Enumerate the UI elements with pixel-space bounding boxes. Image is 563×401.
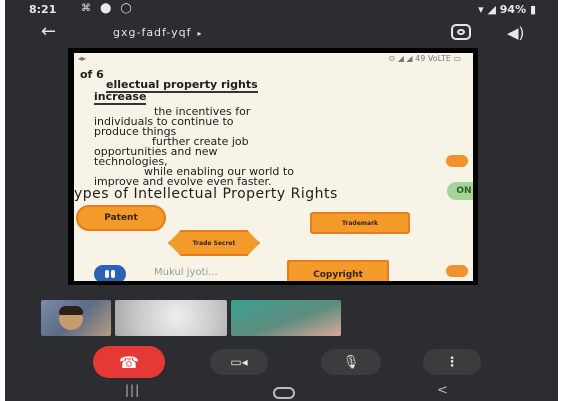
slide-decor-pill — [446, 155, 468, 167]
on-badge: ON — [447, 182, 473, 200]
more-vertical-icon: ⋮ — [445, 354, 459, 370]
chevron-right-icon: ▸ — [197, 29, 203, 38]
speaker-icon[interactable]: ◀) — [507, 24, 524, 42]
home-icon[interactable] — [273, 387, 295, 399]
slide-status-bar: ◂▸ ⊙ ◢ ◢ 49 VoLTE ▭ — [74, 53, 473, 65]
battery-indicator: ▾ ◢ 94% ▮ — [478, 3, 536, 16]
presenter-indicator-icon — [94, 265, 126, 281]
section-heading: ypes of Intellectual Property Rights — [74, 186, 338, 202]
slide-line-increase: increase — [94, 90, 147, 105]
phone-hangup-icon: ☎ — [119, 352, 139, 372]
back-arrow-icon[interactable]: ← — [41, 21, 56, 42]
nav-back-icon[interactable]: < — [437, 383, 448, 398]
mic-toggle-button[interactable]: 🎙 — [321, 349, 381, 375]
microphone-icon: 🎙 — [342, 354, 360, 370]
signal-icon: ▾ ◢ — [478, 3, 500, 16]
shape-patent: Patent — [76, 205, 166, 231]
presenter-name: Mukul jyoti... — [154, 267, 218, 278]
notification-icons: ⌘ ⬤ ◯ — [81, 3, 135, 14]
shared-screen: ◂▸ ⊙ ◢ ◢ 49 VoLTE ▭ of 6 ellectual prope… — [68, 48, 478, 285]
participant-tile[interactable] — [41, 300, 111, 336]
end-call-button[interactable]: ☎ — [93, 346, 165, 378]
slide-decor-pill — [446, 265, 468, 277]
status-bar: 8:21 ⌘ ⬤ ◯ ▾ ◢ 94% ▮ — [5, 0, 558, 20]
presentation-slide: ◂▸ ⊙ ◢ ◢ 49 VoLTE ▭ of 6 ellectual prope… — [74, 53, 473, 281]
slide-page-label: of 6 — [80, 68, 104, 81]
status-time: 8:21 — [29, 3, 57, 16]
meeting-header: ← gxg-fadf-yqf ▸ ◀) — [5, 20, 558, 46]
battery-icon: ▮ — [526, 3, 536, 16]
phone-screen: 8:21 ⌘ ⬤ ◯ ▾ ◢ 94% ▮ ← gxg-fadf-yqf ▸ ◀) … — [5, 0, 558, 401]
meeting-code-text: gxg-fadf-yqf — [113, 26, 192, 39]
shape-trade-secret: Trade Secret — [168, 230, 260, 256]
participant-avatar — [59, 306, 83, 330]
slide-status-right: ⊙ ◢ ◢ 49 VoLTE ▭ — [388, 54, 461, 63]
meeting-code[interactable]: gxg-fadf-yqf ▸ — [113, 26, 202, 39]
shape-trademark: Trademark — [310, 212, 410, 234]
participant-tile[interactable] — [115, 300, 227, 336]
battery-percent: 94% — [499, 3, 527, 16]
slide-status-left: ◂▸ — [78, 54, 87, 63]
participant-tile[interactable] — [231, 300, 341, 336]
recent-apps-icon[interactable]: ||| — [125, 383, 140, 397]
android-nav-bar: ||| < — [5, 383, 558, 401]
shape-copyright: Copyright — [287, 260, 389, 281]
switch-camera-icon[interactable] — [451, 24, 471, 40]
video-camera-icon: ▭◂ — [230, 355, 248, 369]
camera-toggle-button[interactable]: ▭◂ — [210, 349, 268, 375]
more-options-button[interactable]: ⋮ — [423, 349, 481, 375]
